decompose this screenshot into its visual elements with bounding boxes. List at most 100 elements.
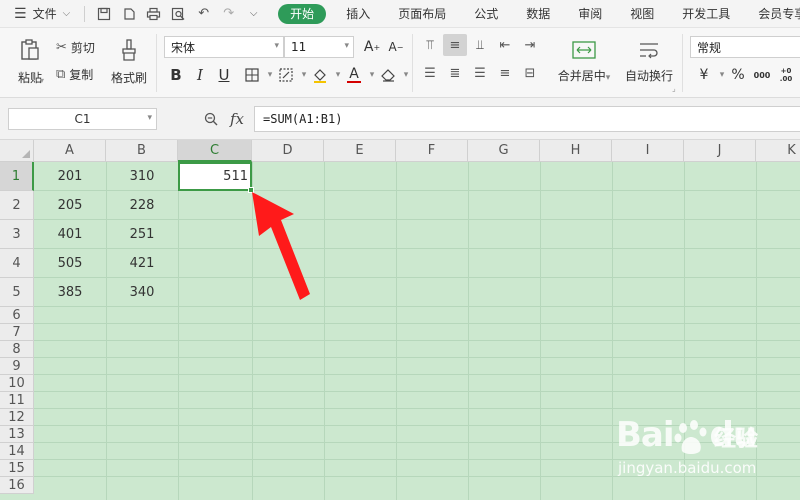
scissors-icon: ✂ — [56, 39, 67, 55]
align-center-icon[interactable]: ≣ — [443, 62, 467, 84]
tab-review[interactable]: 审阅 — [564, 0, 616, 28]
select-all-triangle-icon — [22, 150, 30, 158]
align-top-icon[interactable]: ⫪ — [418, 34, 442, 56]
watermark-brand-head: Bai — [616, 415, 675, 455]
file-menu-label: 文件 — [32, 7, 57, 21]
column-header-c[interactable]: C — [178, 140, 252, 162]
cut-button[interactable]: ✂ 剪切 — [56, 37, 95, 57]
chevron-down-icon[interactable]: ▾ — [40, 76, 44, 85]
cell-b2[interactable]: 228 — [106, 191, 178, 220]
column-header-f[interactable]: F — [396, 140, 468, 162]
column-header-h[interactable]: H — [540, 140, 612, 162]
column-header-j[interactable]: J — [684, 140, 756, 162]
gridline — [34, 374, 800, 375]
gridline — [34, 391, 800, 392]
align-bottom-icon[interactable]: ⫫ — [468, 34, 492, 56]
underline-icon[interactable]: U — [212, 64, 236, 86]
row-header-13[interactable]: 13 — [0, 426, 34, 443]
justify-icon[interactable]: ≡ — [493, 62, 517, 84]
chevron-down-icon[interactable]: ▾ — [394, 64, 418, 86]
merge-center-button[interactable]: 合并居中▾ — [552, 34, 616, 90]
column-header-b[interactable]: B — [106, 140, 178, 162]
print-preview-icon[interactable] — [166, 3, 191, 25]
tab-developer[interactable]: 开发工具 — [668, 0, 744, 28]
tab-data[interactable]: 数据 — [512, 0, 564, 28]
cell-b4[interactable]: 421 — [106, 249, 178, 278]
row-header-11[interactable]: 11 — [0, 392, 34, 409]
decrease-indent-icon[interactable]: ⇤ — [493, 34, 517, 56]
divider — [84, 5, 86, 22]
cell-a5[interactable]: 385 — [34, 278, 106, 307]
gridline — [34, 408, 800, 409]
row-header-3[interactable]: 3 — [0, 220, 34, 249]
row-header-7[interactable]: 7 — [0, 324, 34, 341]
row-header-15[interactable]: 15 — [0, 460, 34, 477]
cell-a1[interactable]: 201 — [34, 162, 106, 191]
tab-view[interactable]: 视图 — [616, 0, 668, 28]
cell-a4[interactable]: 505 — [34, 249, 106, 278]
cell-c1[interactable]: 511 — [178, 162, 252, 191]
column-header-i[interactable]: I — [612, 140, 684, 162]
file-menu[interactable]: ☰ 文件 ⌵ — [0, 0, 70, 28]
percent-icon[interactable]: % — [726, 64, 750, 86]
number-format-select[interactable]: 常规 — [690, 36, 800, 58]
row-header-6[interactable]: 6 — [0, 307, 34, 324]
column-header-a[interactable]: A — [34, 140, 106, 162]
row-header-9[interactable]: 9 — [0, 358, 34, 375]
cell-a2[interactable]: 205 — [34, 191, 106, 220]
italic-icon[interactable]: I — [188, 64, 212, 86]
dialog-launcher-icon[interactable]: ⌟ — [672, 84, 676, 93]
tab-membership[interactable]: 会员专享 — [744, 0, 800, 28]
wrap-text-button[interactable]: 自动换行 — [622, 34, 676, 90]
increase-decimal-icon[interactable]: +0 .00 — [774, 64, 798, 86]
select-all-button[interactable] — [0, 140, 34, 162]
row-header-10[interactable]: 10 — [0, 375, 34, 392]
name-box[interactable]: C1 ▾ — [8, 108, 157, 130]
redo-icon[interactable]: ↷ — [216, 3, 241, 25]
font-name-select[interactable]: 宋体 ▾ — [164, 36, 284, 58]
row-header-14[interactable]: 14 — [0, 443, 34, 460]
tab-page-layout[interactable]: 页面布局 — [384, 0, 460, 28]
formula-input[interactable]: =SUM(A1:B1) — [254, 106, 800, 132]
distributed-align-icon[interactable]: ⊟ — [518, 62, 542, 84]
increase-font-size-icon[interactable]: A + — [360, 36, 384, 58]
save-icon[interactable] — [91, 3, 116, 25]
decimal-symbol: +0 .00 — [779, 67, 793, 83]
format-painter-button[interactable]: 格式刷 — [108, 34, 150, 90]
row-header-5[interactable]: 5 — [0, 278, 34, 307]
increase-indent-icon[interactable]: ⇥ — [518, 34, 542, 56]
copy-button[interactable]: ⧉ 复制 — [56, 64, 93, 84]
align-right-icon[interactable]: ☰ — [468, 62, 492, 84]
row-header-4[interactable]: 4 — [0, 249, 34, 278]
bold-icon[interactable]: B — [164, 64, 188, 86]
print-icon[interactable] — [141, 3, 166, 25]
column-header-e[interactable]: E — [324, 140, 396, 162]
cell-b5[interactable]: 340 — [106, 278, 178, 307]
cell-b1[interactable]: 310 — [106, 162, 178, 191]
tab-insert[interactable]: 插入 — [332, 0, 384, 28]
row-header-12[interactable]: 12 — [0, 409, 34, 426]
align-left-icon[interactable]: ☰ — [418, 62, 442, 84]
align-middle-icon[interactable]: ≡ — [443, 34, 467, 56]
ribbon-tabs: 开始 插入 页面布局 公式 数据 审阅 视图 开发工具 会员专享 — [278, 0, 800, 28]
copy-icon: ⧉ — [56, 66, 66, 82]
fx-icon[interactable]: fx — [226, 108, 248, 130]
cell-b3[interactable]: 251 — [106, 220, 178, 249]
export-pdf-icon[interactable] — [116, 3, 141, 25]
tab-formulas[interactable]: 公式 — [460, 0, 512, 28]
font-size-select[interactable]: 11 ▾ — [284, 36, 354, 58]
row-header-8[interactable]: 8 — [0, 341, 34, 358]
undo-icon[interactable]: ↶ — [191, 3, 216, 25]
decrease-font-size-icon[interactable]: A − — [384, 36, 408, 58]
customize-toolbar-icon[interactable]: ⌵ — [241, 3, 266, 25]
row-header-16[interactable]: 16 — [0, 477, 34, 494]
column-header-k[interactable]: K — [756, 140, 800, 162]
column-header-g[interactable]: G — [468, 140, 540, 162]
row-header-1[interactable]: 1 — [0, 162, 34, 191]
tab-home[interactable]: 开始 — [278, 3, 327, 24]
row-header-2[interactable]: 2 — [0, 191, 34, 220]
thousands-separator-icon[interactable]: 000 — [750, 64, 774, 86]
cell-a3[interactable]: 401 — [34, 220, 106, 249]
zoom-icon[interactable] — [201, 108, 221, 130]
column-header-d[interactable]: D — [252, 140, 324, 162]
